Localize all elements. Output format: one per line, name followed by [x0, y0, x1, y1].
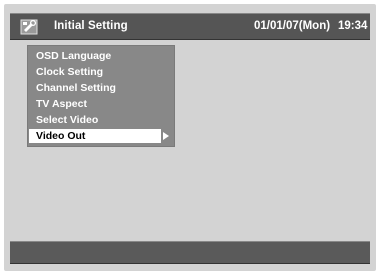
menu-item-clock-setting[interactable]: Clock Setting [29, 65, 174, 79]
date-display: 01/01/07(Mon) [254, 20, 331, 32]
screen: Initial Setting 01/01/07(Mon) 19:34 OSD … [0, 0, 380, 275]
menu-item-video-out[interactable]: Video Out [29, 129, 161, 143]
page-title: Initial Setting [54, 20, 128, 32]
menu-item-channel-setting[interactable]: Channel Setting [29, 81, 174, 95]
chevron-right-icon [163, 132, 169, 140]
title-bar: Initial Setting 01/01/07(Mon) 19:34 [10, 13, 370, 40]
menu-item-osd-language[interactable]: OSD Language [29, 49, 174, 63]
menu-item-tv-aspect[interactable]: TV Aspect [29, 97, 174, 111]
settings-menu: OSD Language Clock Setting Channel Setti… [27, 45, 175, 147]
time-display: 19:34 [338, 20, 368, 32]
menu-item-select-video[interactable]: Select Video [29, 113, 174, 127]
setup-tools-icon [20, 18, 40, 36]
status-bar [10, 241, 370, 264]
